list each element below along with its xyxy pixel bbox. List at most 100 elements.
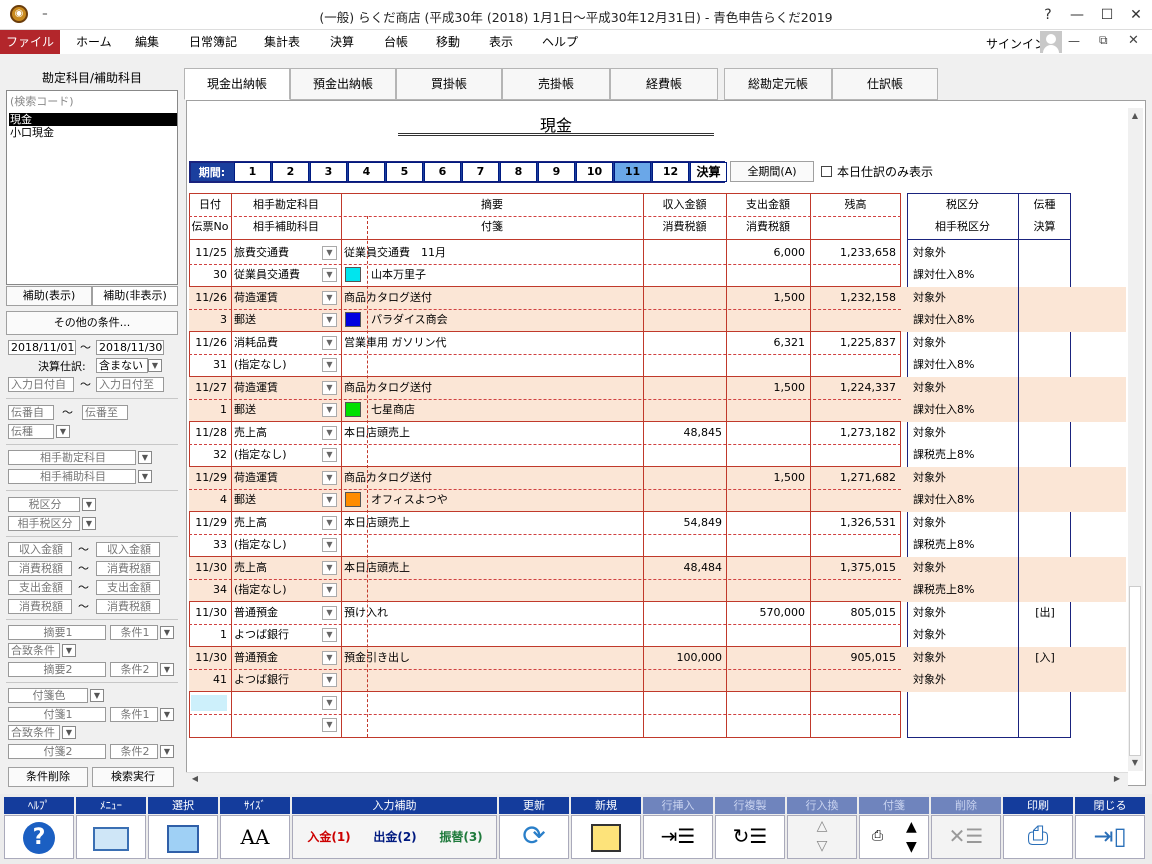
row-tag[interactable] <box>371 444 641 466</box>
down-icon[interactable]: ▼ <box>906 839 917 855</box>
chevron-down-icon[interactable]: ▼ <box>322 516 337 530</box>
row-account[interactable]: 売上高 <box>234 557 324 579</box>
row-tax[interactable]: 対象外 <box>913 467 1013 489</box>
income-tax-to-input[interactable]: 消費税額 <box>96 561 160 576</box>
row-date[interactable]: 11/29 <box>191 512 227 534</box>
kessan-select[interactable]: 含まない <box>96 358 148 373</box>
search-code-input[interactable]: (検索コード) <box>10 93 74 109</box>
signin-link[interactable]: サインイン <box>986 35 1046 52</box>
chevron-down-icon[interactable]: ▼ <box>322 493 337 507</box>
slip-from-input[interactable]: 伝番自 <box>8 405 54 420</box>
font-size-icon[interactable]: AA <box>220 815 290 859</box>
row-sub-account[interactable]: 郵送 <box>234 489 324 511</box>
printer-icon[interactable]: ⎙ <box>1003 815 1073 859</box>
row-tax[interactable]: 対象外 <box>913 602 1013 624</box>
period-month-11[interactable]: 11 <box>614 162 651 182</box>
tab-deposit-book[interactable]: 預金出納帳 <box>290 68 396 100</box>
row-sub-account[interactable]: (指定なし) <box>234 534 324 556</box>
row-counter-tax[interactable]: 課対仕入8% <box>913 489 1013 511</box>
expense-tax-from-input[interactable]: 消費税額 <box>8 599 72 614</box>
scroll-thumb[interactable] <box>1129 586 1141 756</box>
chevron-down-icon[interactable]: ▼ <box>322 246 337 260</box>
row-date[interactable]: 11/27 <box>191 377 227 399</box>
row-date[interactable]: 11/29 <box>191 467 227 489</box>
chevron-down-icon[interactable]: ▼ <box>322 381 337 395</box>
row-income[interactable] <box>646 467 722 489</box>
maximize-icon[interactable]: ☐ <box>1093 3 1121 27</box>
row-slip-type[interactable] <box>1020 332 1070 354</box>
row-tag[interactable] <box>371 354 641 376</box>
help-button[interactable]: ? <box>4 815 74 859</box>
row-slip-no[interactable]: 4 <box>191 489 227 511</box>
tag-cond2-select[interactable]: 条件2 <box>110 744 158 759</box>
menu-edit[interactable]: 編集 <box>127 30 167 54</box>
row-income[interactable]: 100,000 <box>646 647 723 669</box>
chevron-down-icon[interactable]: ▼ <box>56 425 70 438</box>
row-date[interactable]: 11/28 <box>191 422 227 444</box>
row-income[interactable]: 48,484 <box>646 557 723 579</box>
scroll-down-icon[interactable]: ▼ <box>1128 758 1142 767</box>
clear-conditions-button[interactable]: 条件削除 <box>8 767 88 787</box>
vertical-scrollbar[interactable]: ▲ ▼ <box>1128 108 1143 771</box>
row-sub-account[interactable]: (指定なし) <box>234 579 324 601</box>
memo2-input[interactable]: 摘要2 <box>8 662 106 677</box>
period-month-2[interactable]: 2 <box>272 162 309 182</box>
period-month-12[interactable]: 12 <box>652 162 689 182</box>
chevron-down-icon[interactable]: ▼ <box>160 745 174 758</box>
sub-show-tab[interactable]: 補助(表示) <box>6 286 92 306</box>
chevron-down-icon[interactable]: ▼ <box>322 606 337 620</box>
sub-hide-tab[interactable]: 補助(非表示) <box>92 286 178 306</box>
account-item-petty-cash[interactable]: 小口現金 <box>9 126 177 139</box>
chevron-down-icon[interactable]: ▼ <box>82 498 96 511</box>
tab-cash-book[interactable]: 現金出納帳 <box>184 68 290 100</box>
row-counter-tax[interactable]: 課対仕入8% <box>913 264 1013 286</box>
row-account[interactable]: 荷造運賃 <box>234 467 324 489</box>
chevron-down-icon[interactable]: ▼ <box>322 426 337 440</box>
tax-category-select[interactable]: 税区分 <box>8 497 80 512</box>
chevron-down-icon[interactable]: ▼ <box>322 358 337 372</box>
row-account[interactable]: 普通預金 <box>234 602 324 624</box>
row-insert-icon[interactable]: ⇥☰ <box>643 815 713 859</box>
row-expense[interactable]: 570,000 <box>729 602 806 624</box>
chevron-down-icon[interactable]: ▼ <box>322 651 337 665</box>
row-expense[interactable]: 1,500 <box>729 467 806 489</box>
menu-daily-bookkeeping[interactable]: 日常簿記 <box>181 30 245 54</box>
row-tag[interactable] <box>371 534 641 556</box>
row-tag[interactable] <box>371 669 641 691</box>
period-month-6[interactable]: 6 <box>424 162 461 182</box>
period-month-9[interactable]: 9 <box>538 162 575 182</box>
row-counter-tax[interactable]: 課対仕入8% <box>913 309 1013 331</box>
cond1-select[interactable]: 条件1 <box>110 625 158 640</box>
tag2-input[interactable]: 付箋2 <box>8 744 106 759</box>
row-expense[interactable] <box>729 647 805 669</box>
row-income[interactable] <box>646 332 722 354</box>
tab-expense-book[interactable]: 経費帳 <box>610 68 718 100</box>
tag-button[interactable]: ⎙ ▲ ▼ <box>859 815 929 859</box>
chevron-down-icon[interactable]: ▼ <box>322 583 337 597</box>
chevron-down-icon[interactable]: ▼ <box>138 451 152 464</box>
chevron-down-icon[interactable]: ▼ <box>322 471 337 485</box>
row-tax[interactable]: 対象外 <box>913 512 1013 534</box>
menu-view[interactable]: 表示 <box>481 30 521 54</box>
chevron-down-icon[interactable]: ▼ <box>160 626 174 639</box>
tag1-input[interactable]: 付箋1 <box>8 707 106 722</box>
row-tax[interactable]: 対象外 <box>913 647 1013 669</box>
match2-select[interactable]: 合致条件 <box>8 725 60 740</box>
row-sub-account[interactable]: 従業員交通費 <box>234 264 324 286</box>
scroll-up-icon[interactable]: ▲ <box>1128 111 1142 120</box>
account-item-cash[interactable]: 現金 <box>9 113 177 126</box>
tab-receivable-book[interactable]: 売掛帳 <box>502 68 610 100</box>
chevron-down-icon[interactable]: ▼ <box>322 696 337 710</box>
refresh-icon[interactable]: ⟳ <box>499 815 569 859</box>
menu-button[interactable] <box>76 815 146 859</box>
tag-cond1-select[interactable]: 条件1 <box>110 707 158 722</box>
row-slip-no[interactable]: 41 <box>191 669 227 691</box>
chevron-down-icon[interactable]: ▼ <box>148 359 162 372</box>
period-month-8[interactable]: 8 <box>500 162 537 182</box>
tab-journal[interactable]: 仕訳帳 <box>832 68 938 100</box>
row-slip-no[interactable]: 30 <box>191 264 227 286</box>
chevron-down-icon[interactable]: ▼ <box>82 517 96 530</box>
scroll-left-icon[interactable]: ◀ <box>188 774 202 783</box>
row-memo[interactable]: 預金引き出し <box>344 647 640 669</box>
row-memo[interactable]: 本日店頭売上 <box>344 557 640 579</box>
